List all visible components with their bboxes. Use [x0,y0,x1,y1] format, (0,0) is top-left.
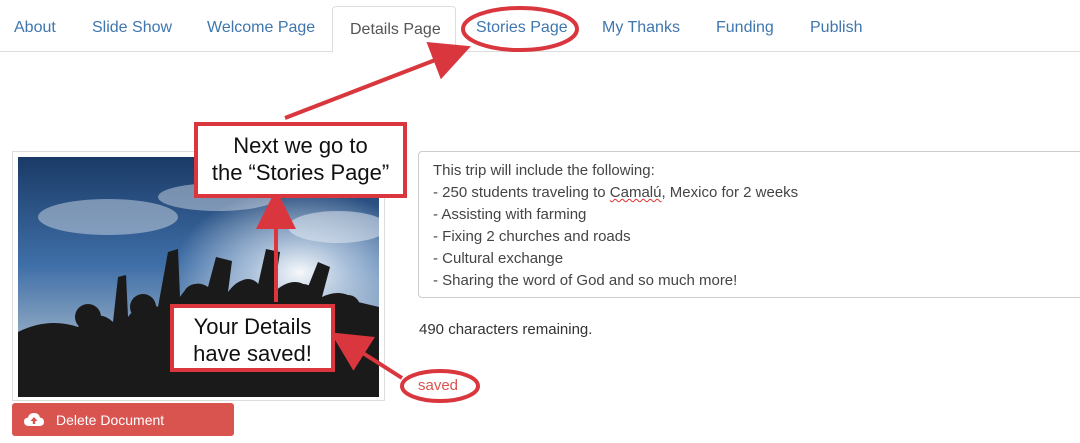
tab-my-thanks[interactable]: My Thanks [602,5,680,52]
cloud-upload-icon [24,412,44,426]
tab-bar: About Slide Show Welcome Page Details Pa… [0,0,1080,53]
details-line: - Sharing the word of God and so much mo… [433,272,738,289]
details-line: This trip will include the following: [433,162,655,179]
details-line: - Assisting with farming [433,206,587,223]
saved-status: saved [418,377,459,394]
delete-document-label: Delete Document [56,411,165,428]
details-textarea[interactable]: This trip will include the following: - … [418,151,1080,298]
callout-next-step: Next we go to the “Stories Page” [194,122,407,198]
characters-remaining: 490 characters remaining. [419,321,593,338]
details-line: - 250 students traveling to Camalú, Mexi… [433,184,799,201]
misspelled-word: Camalú [609,184,662,201]
tab-publish[interactable]: Publish [810,5,862,52]
tab-details-page[interactable]: Details Page [332,6,456,53]
delete-document-button[interactable]: Delete Document [12,403,234,436]
details-line: - Cultural exchange [433,250,564,267]
callout-details-saved: Your Details have saved! [170,304,335,372]
tab-about[interactable]: About [14,5,56,52]
tab-stories-page[interactable]: Stories Page [476,5,568,52]
tab-welcome-page[interactable]: Welcome Page [207,5,315,52]
arrow-to-stories-tab [284,41,471,120]
details-line: - Fixing 2 churches and roads [433,228,631,245]
tab-slide-show[interactable]: Slide Show [92,5,172,52]
tab-funding[interactable]: Funding [716,5,774,52]
